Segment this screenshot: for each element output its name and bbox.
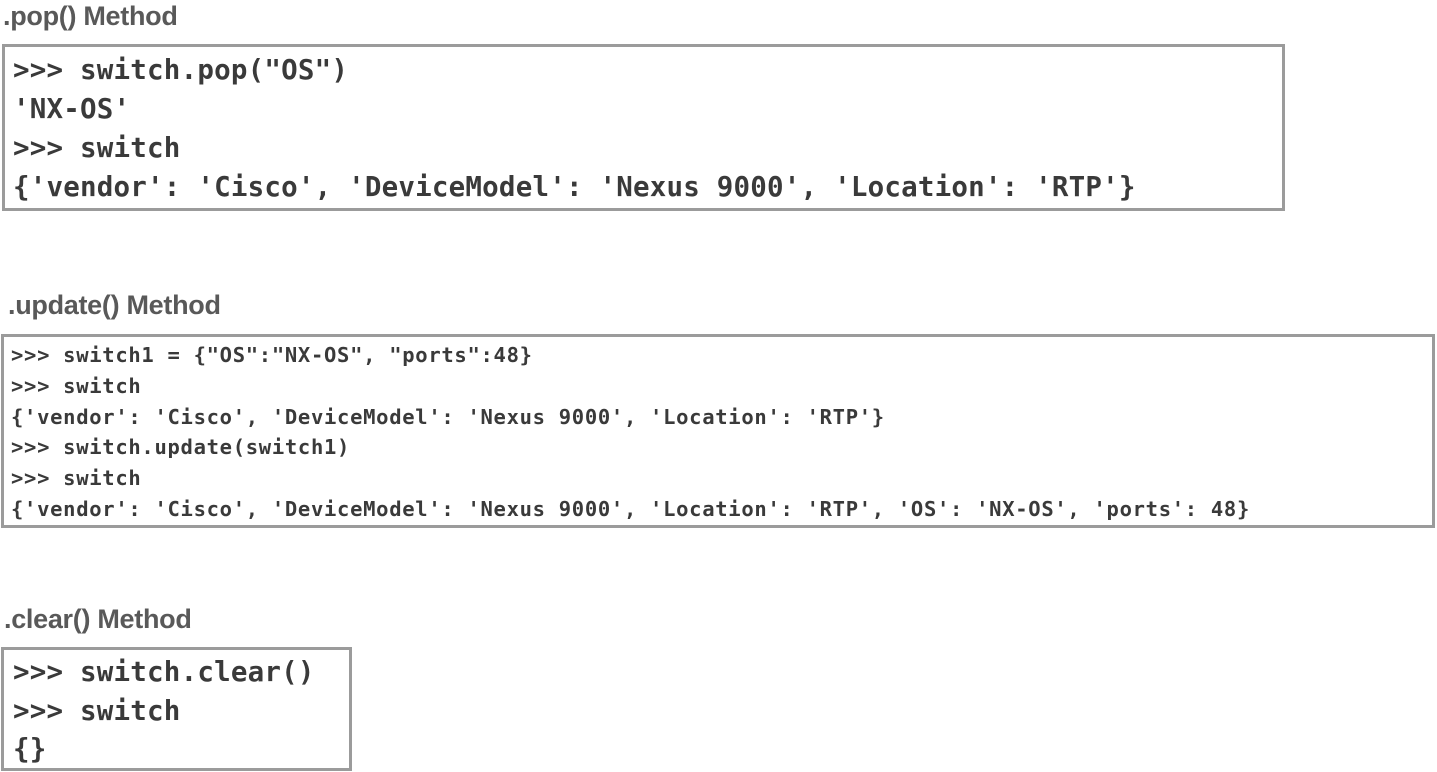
code-line: >>> switch.update(switch1) — [11, 435, 351, 460]
clear-method-heading: .clear() Method — [4, 604, 192, 634]
code-line: >>> switch1 = {"OS":"NX-OS", "ports":48} — [11, 343, 533, 367]
code-line: >>> switch — [13, 132, 181, 164]
code-line: {'vendor': 'Cisco', 'DeviceModel': 'Nexu… — [11, 496, 1250, 521]
code-line: >>> switch — [13, 694, 181, 727]
code-line: {'vendor': 'Cisco', 'DeviceModel': 'Nexu… — [11, 404, 885, 429]
clear-code-box: >>> switch.clear() >>> switch {} — [1, 647, 352, 771]
code-line: 'NX-OS' — [13, 93, 131, 125]
code-line: >>> switch — [11, 466, 142, 491]
update-method-heading: .update() Method — [8, 290, 221, 320]
pop-method-heading: .pop() Method — [3, 1, 178, 31]
code-line: {} — [13, 733, 47, 765]
update-code-box: >>> switch1 = {"OS":"NX-OS", "ports":48}… — [1, 334, 1435, 528]
code-line: >>> switch.pop("OS") — [13, 54, 349, 86]
code-line: {'vendor': 'Cisco', 'DeviceModel': 'Nexu… — [13, 171, 1136, 203]
code-line: >>> switch.clear() — [13, 656, 315, 688]
pop-code-box: >>> switch.pop("OS") 'NX-OS' >>> switch … — [2, 44, 1285, 211]
code-line: >>> switch — [11, 373, 142, 398]
